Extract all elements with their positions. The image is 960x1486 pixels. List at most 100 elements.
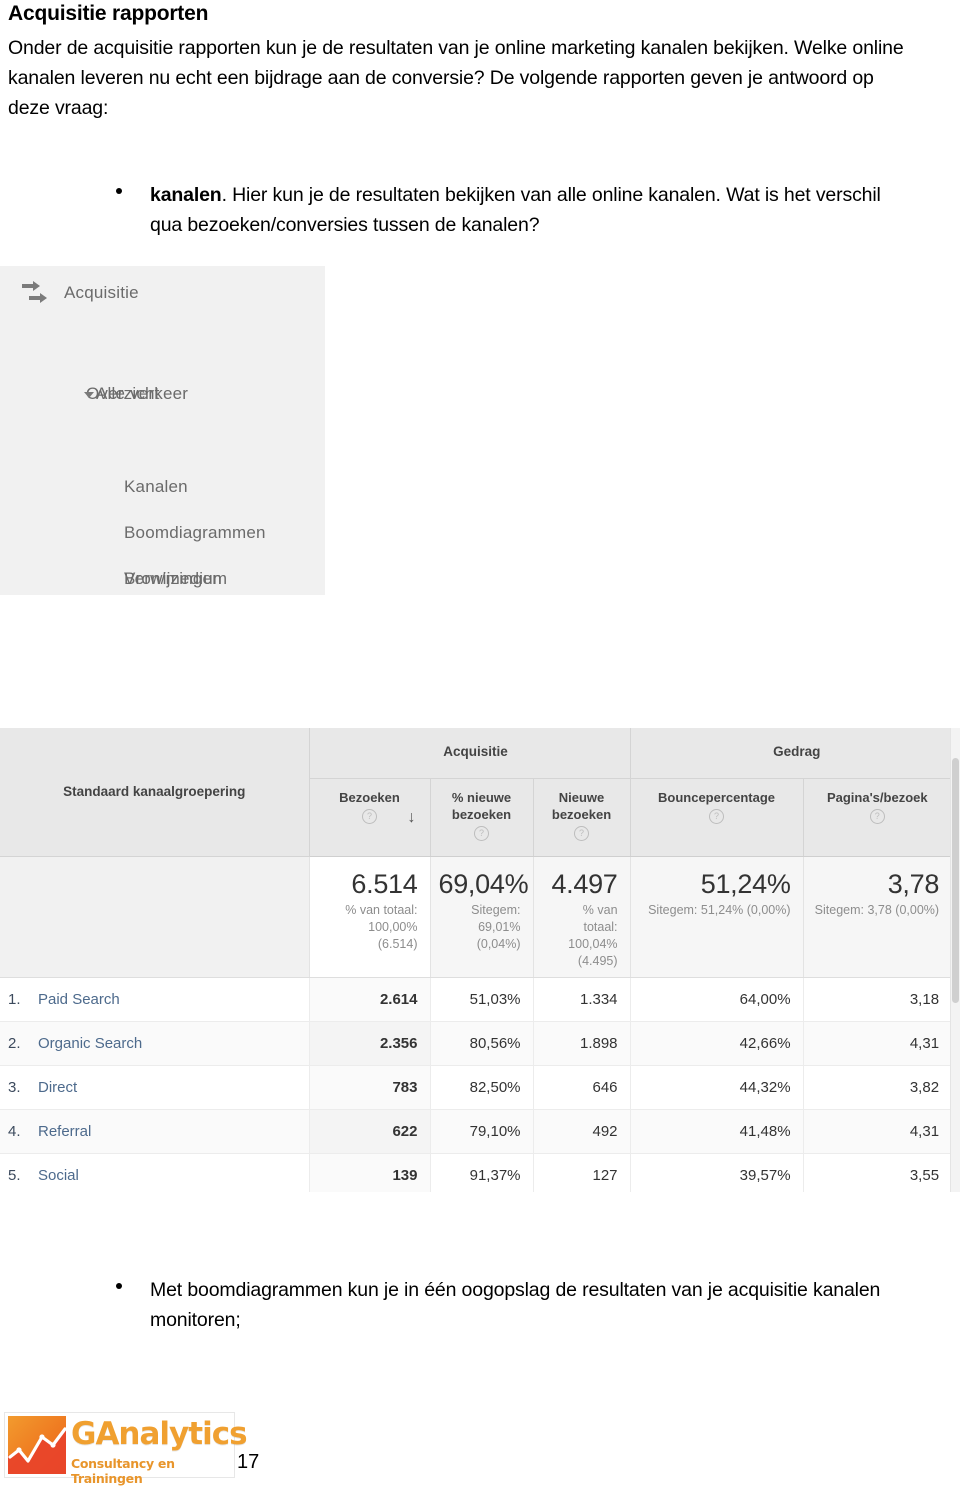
sidebar-item-kanalen[interactable]: Kanalen bbox=[124, 477, 188, 497]
table-row[interactable]: 5. Social 139 91,37% 127 39,57% 3,55 bbox=[0, 1153, 960, 1192]
column-header-paginas-bezoek-label: Pagina's/bezoek bbox=[826, 789, 928, 805]
cell-bezoeken: 2.614 bbox=[308, 977, 430, 1022]
dimension-header[interactable]: Standaard kanaalgroepering bbox=[0, 728, 309, 857]
help-icon[interactable]: ? bbox=[574, 825, 590, 841]
cell-nieuwe-bezoeken: 127 bbox=[532, 1153, 631, 1192]
chart-logo-icon bbox=[8, 1416, 66, 1474]
summary-sub: Sitegem: 51,24% (0,00%) bbox=[639, 902, 790, 919]
bullet-item-kanalen: kanalen. Hier kun je de resultaten bekij… bbox=[116, 180, 906, 240]
sidebar-item-alle-verkeer[interactable]: Alle verkeer bbox=[96, 384, 188, 404]
summary-value: 69,04% bbox=[438, 868, 529, 899]
bullet-item-boomdiagrammen: Met boomdiagrammen kun je in één oogopsl… bbox=[116, 1275, 906, 1335]
summary-sub-line: % van totaal: bbox=[345, 902, 418, 917]
table-body: 6.514 % van totaal: 100,00% (6.514) 69,0… bbox=[0, 856, 960, 1192]
cell-bouncepercentage: 44,32% bbox=[629, 1065, 804, 1110]
bullet-item-kanalen-label: kanalen bbox=[150, 184, 222, 206]
cell-paginas-bezoek: 3,55 bbox=[802, 1153, 952, 1192]
column-header-bouncepercentage[interactable]: Bouncepercentage ? bbox=[629, 778, 804, 857]
summary-row: 6.514 % van totaal: 100,00% (6.514) 69,0… bbox=[0, 856, 960, 978]
sort-descending-icon[interactable]: ↓ bbox=[408, 809, 416, 826]
cell-nieuwe-bezoeken: 1.334 bbox=[532, 977, 631, 1022]
cell-paginas-bezoek: 3,82 bbox=[802, 1065, 952, 1110]
summary-sub-line: (6.514) bbox=[377, 936, 418, 951]
column-header-bezoeken-label: Bezoeken bbox=[339, 789, 400, 805]
cell-bezoeken: 139 bbox=[308, 1153, 430, 1192]
bullet-item-kanalen-rest: . Hier kun je de resultaten bekijken van… bbox=[150, 184, 881, 236]
ganalytics-logo: GAnalytics Consultancy en Trainingen bbox=[4, 1412, 248, 1486]
sidebar-item-boomdiagrammen[interactable]: Boomdiagrammen bbox=[124, 523, 266, 543]
summary-sub-line: % van bbox=[582, 902, 618, 917]
cell-nieuwe-bezoeken: 1.898 bbox=[532, 1021, 631, 1066]
row-dimension[interactable]: 2. Organic Search bbox=[0, 1021, 309, 1066]
row-name[interactable]: Social bbox=[38, 1167, 79, 1184]
sidebar-header-label: Acquisitie bbox=[64, 283, 139, 302]
group-header-gedrag: Gedrag bbox=[629, 728, 952, 779]
row-name[interactable]: Direct bbox=[38, 1079, 77, 1096]
summary-row-dimension bbox=[0, 856, 309, 978]
summary-sub-line: (4.495) bbox=[577, 953, 618, 968]
help-icon[interactable]: ? bbox=[362, 808, 377, 824]
cell-nieuwe-bezoeken: 492 bbox=[532, 1109, 631, 1154]
summary-cell-pct-nieuwe-bezoeken: 69,04% Sitegem: 69,01% (0,04%) bbox=[429, 856, 533, 978]
row-index: 2. bbox=[8, 1034, 21, 1052]
summary-sub-line: 100,00% bbox=[368, 919, 418, 934]
help-icon[interactable]: ? bbox=[869, 808, 885, 824]
bullet-dot-icon bbox=[116, 1283, 122, 1289]
sidebar-item-verwijzingen[interactable]: Verwijzingen bbox=[124, 569, 222, 589]
acquisition-sidebar-screenshot: Acquisitie Overzicht Alle verkeer Kanale… bbox=[0, 266, 325, 595]
cell-paginas-bezoek: 4,31 bbox=[802, 1021, 952, 1066]
row-index: 5. bbox=[8, 1166, 21, 1184]
bullet-item-kanalen-text: kanalen. Hier kun je de resultaten bekij… bbox=[116, 180, 906, 240]
bullet-item-boomdiagrammen-text: Met boomdiagrammen kun je in één oogopsl… bbox=[150, 1279, 881, 1331]
row-dimension[interactable]: 5. Social bbox=[0, 1153, 309, 1192]
help-icon[interactable]: ? bbox=[474, 825, 489, 841]
cell-bezoeken: 622 bbox=[308, 1109, 430, 1154]
row-dimension[interactable]: 1. Paid Search bbox=[0, 977, 309, 1022]
table-row[interactable]: 1. Paid Search 2.614 51,03% 1.334 64,00% … bbox=[0, 977, 960, 1022]
cell-bouncepercentage: 41,48% bbox=[629, 1109, 804, 1154]
cell-nieuwe-bezoeken: 646 bbox=[532, 1065, 631, 1110]
row-index: 3. bbox=[8, 1078, 21, 1096]
row-dimension[interactable]: 3. Direct bbox=[0, 1065, 309, 1110]
summary-value: 6.514 bbox=[351, 868, 418, 899]
summary-sub: % van totaal: 100,00% (6.514) bbox=[318, 902, 418, 953]
table-row[interactable]: 3. Direct 783 82,50% 646 44,32% 3,82 bbox=[0, 1065, 960, 1110]
table-scrollbar[interactable] bbox=[950, 728, 960, 1192]
table-row[interactable]: 2. Organic Search 2.356 80,56% 1.898 42,6… bbox=[0, 1021, 960, 1066]
cell-pct-nieuwe-bezoeken: 82,50% bbox=[429, 1065, 533, 1110]
summary-sub: % van totaal: 100,04% (4.495) bbox=[542, 902, 618, 970]
logo-wordmark: GAnalytics bbox=[71, 1416, 248, 1452]
column-header-pct-nieuwe-bezoeken[interactable]: % nieuwe bezoeken ? bbox=[429, 778, 533, 857]
intro-paragraph: Onder de acquisitie rapporten kun je de … bbox=[8, 37, 904, 119]
help-icon[interactable]: ? bbox=[709, 808, 725, 824]
bullet-dot-icon bbox=[116, 188, 122, 194]
cell-pct-nieuwe-bezoeken: 51,03% bbox=[429, 977, 533, 1022]
row-dimension[interactable]: 4. Referral bbox=[0, 1109, 309, 1154]
cell-bezoeken: 783 bbox=[308, 1065, 430, 1110]
column-header-pct-nieuwe-bezoeken-label: % nieuwe bezoeken bbox=[451, 789, 512, 822]
table-scrollbar-thumb[interactable] bbox=[952, 758, 959, 1003]
page-number: 17 bbox=[237, 1451, 260, 1473]
summary-cell-nieuwe-bezoeken: 4.497 % van totaal: 100,04% (4.495) bbox=[532, 856, 631, 978]
column-header-bouncepercentage-label: Bouncepercentage bbox=[658, 789, 776, 805]
row-name[interactable]: Organic Search bbox=[38, 1035, 142, 1052]
column-header-nieuwe-bezoeken[interactable]: Nieuwe bezoeken ? bbox=[532, 778, 631, 857]
summary-value: 4.497 bbox=[551, 868, 618, 899]
cell-bezoeken: 2.356 bbox=[308, 1021, 430, 1066]
summary-cell-bouncepercentage: 51,24% Sitegem: 51,24% (0,00%) bbox=[629, 856, 804, 978]
group-header-acquisitie: Acquisitie bbox=[308, 728, 631, 779]
column-header-nieuwe-bezoeken-label: Nieuwe bezoeken bbox=[551, 789, 612, 822]
acquisition-arrows-icon bbox=[20, 280, 50, 306]
summary-sub-line: totaal: bbox=[583, 919, 618, 934]
row-name[interactable]: Referral bbox=[38, 1123, 91, 1140]
acquisition-channels-table-screenshot: Standaard kanaalgroepering Acquisitie Ge… bbox=[0, 728, 960, 1192]
table-row[interactable]: 4. Referral 622 79,10% 492 41,48% 4,31 bbox=[0, 1109, 960, 1154]
sidebar-header[interactable]: Acquisitie bbox=[20, 276, 139, 310]
column-header-bezoeken[interactable]: Bezoeken ? ↓ bbox=[308, 778, 430, 857]
page-title: Acquisitie rapporten bbox=[8, 2, 209, 25]
summary-sub: Sitegem: 3,78 (0,00%) bbox=[812, 902, 939, 919]
chevron-down-icon[interactable] bbox=[84, 392, 94, 398]
summary-sub-line: 69,01% bbox=[478, 919, 521, 934]
row-name[interactable]: Paid Search bbox=[38, 991, 120, 1008]
column-header-paginas-bezoek[interactable]: Pagina's/bezoek ? bbox=[802, 778, 952, 857]
